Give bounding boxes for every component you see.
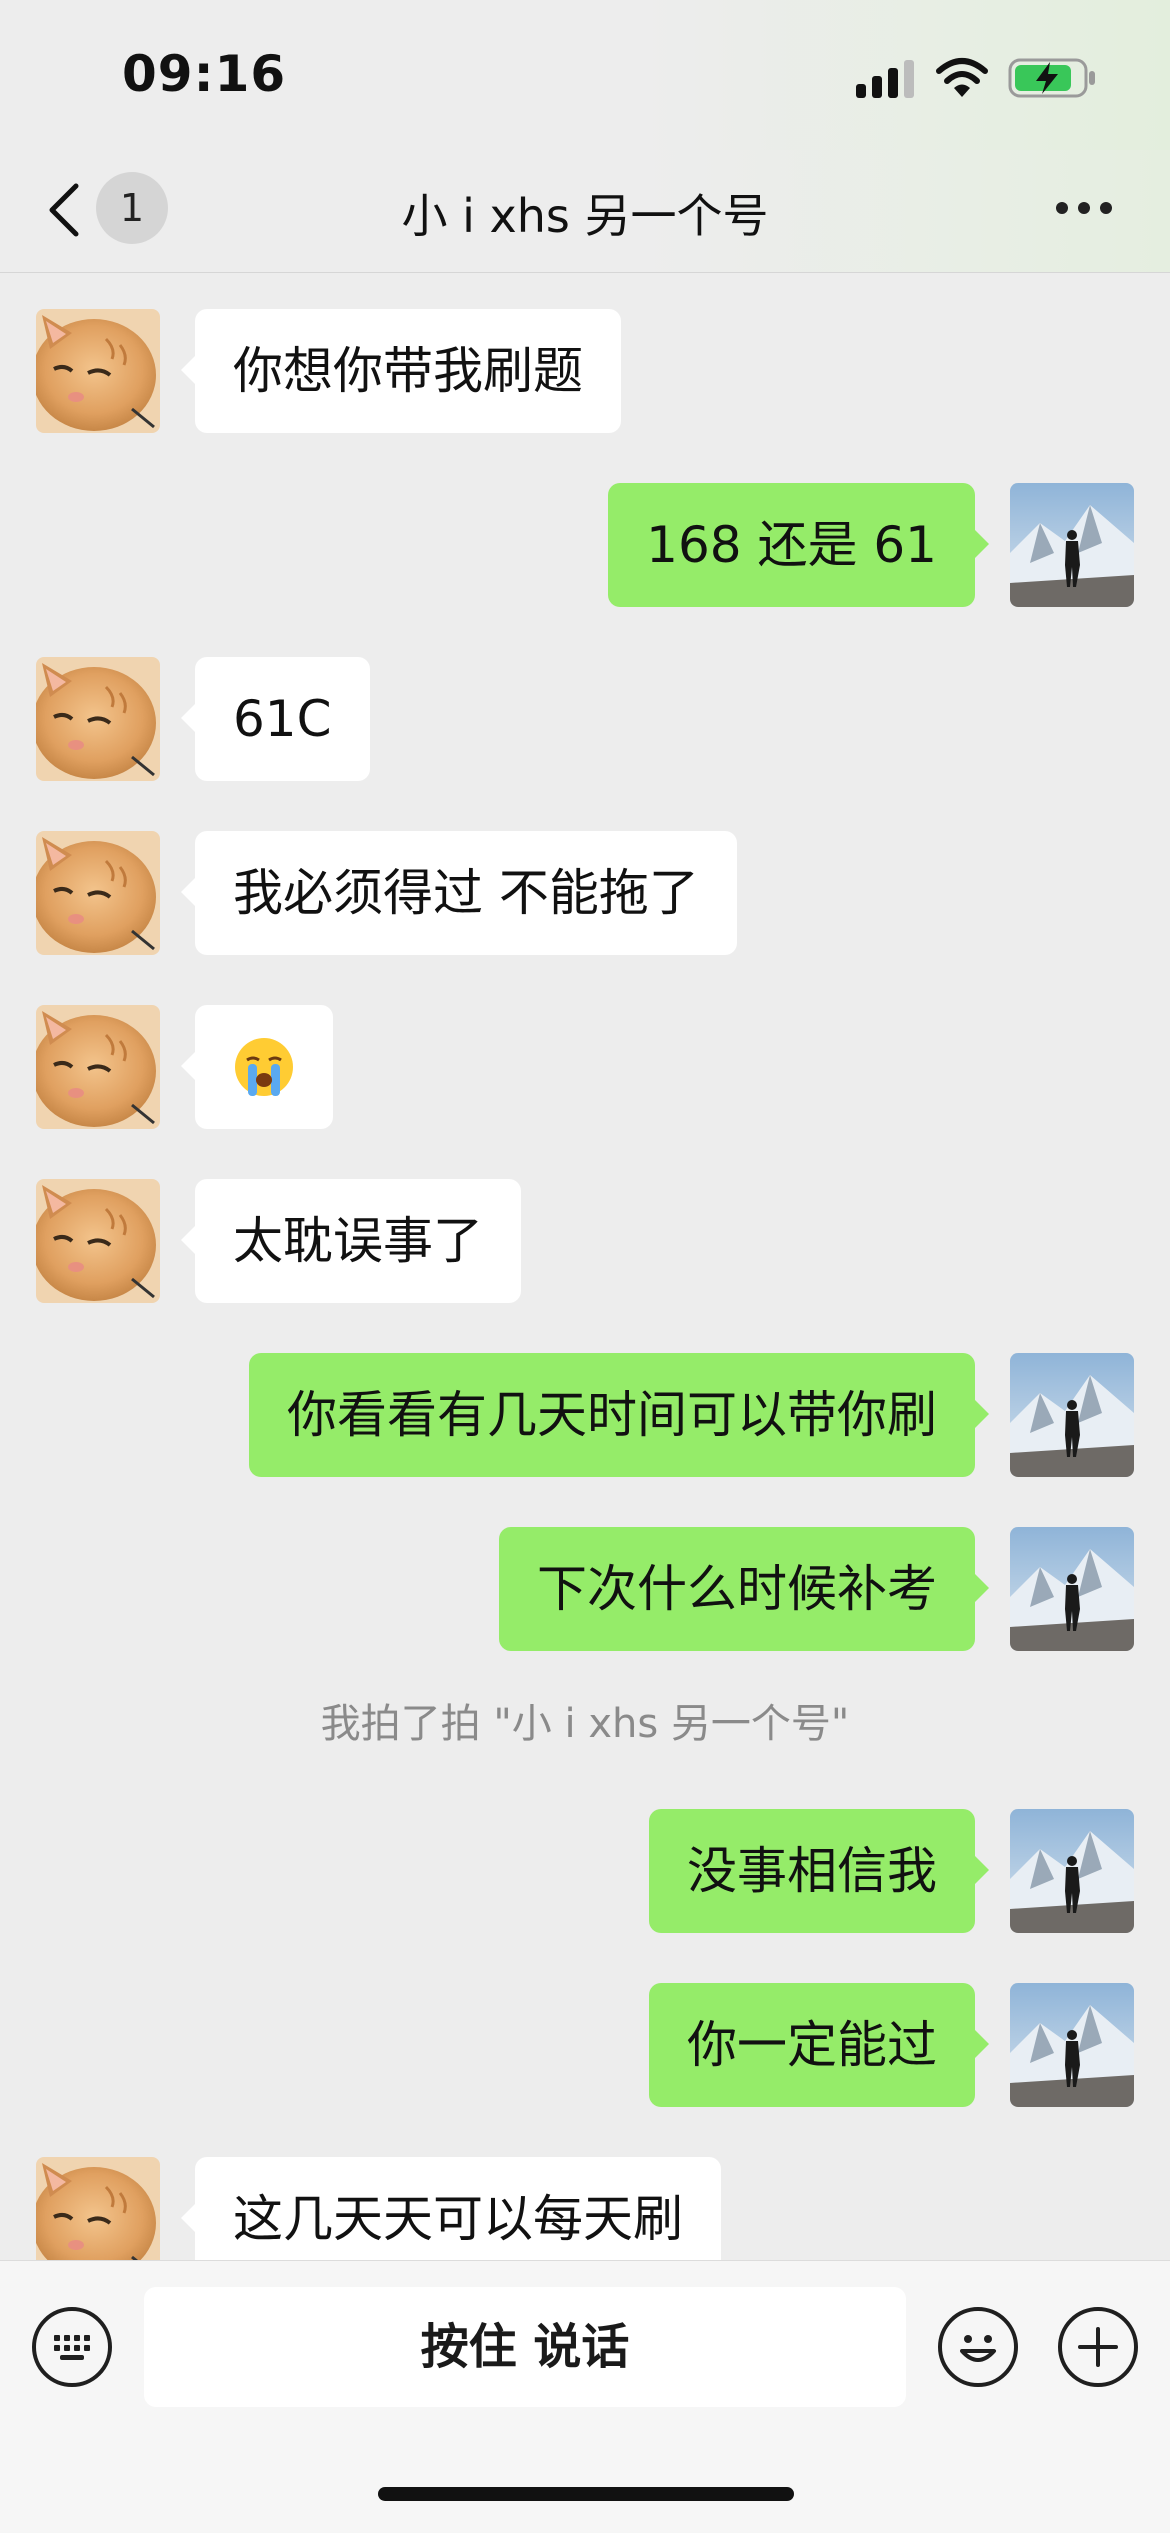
message-row: 你看看有几天时间可以带你刷 — [0, 1353, 1170, 1477]
outgoing-message-bubble[interactable]: 168 还是 61 — [608, 483, 989, 607]
keyboard-icon[interactable] — [32, 2307, 112, 2387]
pat-system-notice: 我拍了拍 "小 i xhs 另一个号" — [320, 1701, 850, 1747]
incoming-message-bubble[interactable]: 你想你带我刷题 — [181, 309, 621, 433]
incoming-message-bubble[interactable]: 我必须得过 不能拖了 — [181, 831, 737, 955]
outgoing-message-bubble[interactable]: 你一定能过 — [649, 1983, 989, 2107]
message-row: 61C — [0, 657, 1170, 781]
self-avatar-mountain[interactable] — [1010, 1809, 1134, 1933]
crying-face-emoji-icon — [235, 1037, 293, 1096]
message-row: 168 还是 61 — [0, 483, 1170, 607]
message-row: 太耽误事了 — [0, 1179, 1170, 1303]
contact-avatar-cat[interactable] — [36, 1005, 160, 1129]
outgoing-message-bubble[interactable]: 你看看有几天时间可以带你刷 — [249, 1353, 989, 1477]
chat-header: 1 小 i xhs 另一个号 — [0, 150, 1170, 273]
message-row — [0, 1005, 1170, 1129]
contact-avatar-cat[interactable] — [36, 2157, 160, 2260]
battery-charging-icon — [1008, 58, 1095, 98]
cellular-signal-icon — [856, 58, 916, 98]
contact-avatar-cat[interactable] — [36, 309, 160, 433]
incoming-message-bubble[interactable]: 这几天天可以每天刷 — [181, 2157, 721, 2260]
incoming-emoji-bubble[interactable] — [181, 1005, 333, 1129]
status-time: 09:16 — [122, 45, 287, 103]
emoji-icon[interactable] — [938, 2307, 1018, 2387]
plus-icon[interactable] — [1058, 2307, 1138, 2387]
message-row: 我必须得过 不能拖了 — [0, 831, 1170, 955]
contact-avatar-cat[interactable] — [36, 1179, 160, 1303]
more-icon[interactable] — [1056, 202, 1116, 218]
outgoing-message-bubble[interactable]: 下次什么时候补考 — [499, 1527, 989, 1651]
home-indicator[interactable] — [378, 2487, 794, 2501]
self-avatar-mountain[interactable] — [1010, 483, 1134, 607]
message-list[interactable]: 你想你带我刷题 168 还是 61 61C 我必须得过 不能拖了 太耽误事了 你… — [0, 273, 1170, 2260]
wifi-icon — [936, 58, 988, 97]
incoming-message-bubble[interactable]: 61C — [181, 657, 370, 781]
self-avatar-mountain[interactable] — [1010, 1527, 1134, 1651]
contact-avatar-cat[interactable] — [36, 831, 160, 955]
chat-title: 小 i xhs 另一个号 — [401, 189, 769, 243]
message-row: 没事相信我 — [0, 1809, 1170, 1933]
message-row: 你一定能过 — [0, 1983, 1170, 2107]
message-row: 下次什么时候补考 — [0, 1527, 1170, 1651]
status-bar: 09:16 — [0, 0, 1170, 150]
contact-avatar-cat[interactable] — [36, 657, 160, 781]
self-avatar-mountain[interactable] — [1010, 1983, 1134, 2107]
hold-to-talk-button[interactable]: 按住 说话 — [144, 2287, 906, 2407]
outgoing-message-bubble[interactable]: 没事相信我 — [649, 1809, 989, 1933]
message-row: 这几天天可以每天刷 — [0, 2157, 1170, 2260]
incoming-message-bubble[interactable]: 太耽误事了 — [181, 1179, 521, 1303]
message-row: 你想你带我刷题 — [0, 309, 1170, 433]
self-avatar-mountain[interactable] — [1010, 1353, 1134, 1477]
